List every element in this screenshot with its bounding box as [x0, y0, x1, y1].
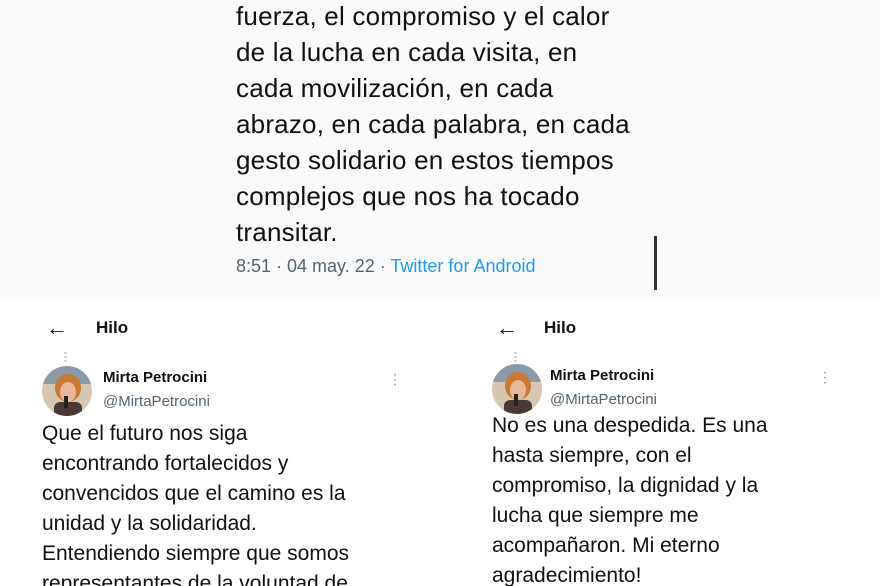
author-handle[interactable]: @MirtaPetrocini — [550, 391, 657, 408]
back-arrow-icon[interactable]: ← — [496, 315, 536, 341]
thread-connector — [64, 352, 67, 362]
back-arrow-icon[interactable]: ← — [46, 315, 86, 341]
more-options-icon[interactable]: ⋮ — [388, 372, 402, 386]
thread-header: ← Hilo — [496, 314, 576, 342]
tweet-line: compromiso, la dignidad y la — [492, 474, 759, 497]
tweet-text: No es una despedida. Es una hasta siempr… — [492, 411, 768, 586]
top-tweet-panel: fuerza, el compromiso y el calor de la l… — [0, 0, 880, 300]
top-tweet-line: cada movilización, en cada — [236, 73, 554, 103]
tweet-line: unidad y la solidaridad. — [42, 512, 257, 535]
left-thread-panel: ← Hilo Mirta Petrocini @MirtaPetrocini ⋮… — [0, 300, 440, 586]
tweet-line: hasta siempre, con el — [492, 444, 692, 467]
tweet-source-link[interactable]: Twitter for Android — [390, 256, 535, 276]
tweet-line: lucha que siempre me — [492, 504, 699, 527]
top-tweet-line: transitar. — [236, 217, 338, 247]
author-handle[interactable]: @MirtaPetrocini — [103, 393, 210, 410]
tweet-metadata: 8:51 · 04 may. 22 · Twitter for Android — [236, 256, 536, 277]
top-tweet-line: fuerza, el compromiso y el calor — [236, 1, 610, 31]
tweet-line: Entendiendo siempre que somos — [42, 542, 350, 565]
author-name[interactable]: Mirta Petrocini — [550, 367, 654, 384]
avatar[interactable] — [42, 366, 92, 416]
tweet-text: Que el futuro nos siga encontrando forta… — [42, 419, 349, 586]
thread-header: ← Hilo — [46, 314, 128, 342]
right-thread-panel: ← Hilo Mirta Petrocini @MirtaPetrocini ⋮… — [448, 300, 880, 586]
avatar[interactable] — [492, 364, 542, 414]
top-tweet-line: de la lucha en cada visita, en — [236, 37, 578, 67]
tweet-timestamp: 8:51 · 04 may. 22 · — [236, 256, 391, 276]
tweet-line: representantes de la voluntad de — [42, 572, 348, 586]
more-options-icon[interactable]: ⋮ — [818, 370, 832, 384]
tweet-line: convencidos que el camino es la — [42, 482, 346, 505]
top-tweet-line: abrazo, en cada palabra, en cada — [236, 109, 630, 139]
tweet-line: No es una despedida. Es una — [492, 414, 768, 437]
avatar-image-icon — [42, 366, 92, 416]
page-title: Hilo — [544, 318, 577, 337]
tweet-line: encontrando fortalecidos y — [42, 452, 289, 475]
top-tweet-line: complejos que nos ha tocado — [236, 181, 580, 211]
page-title: Hilo — [96, 318, 129, 337]
scrollbar[interactable] — [654, 236, 657, 290]
thread-connector — [514, 352, 517, 362]
author-name[interactable]: Mirta Petrocini — [103, 369, 207, 386]
avatar-image-icon — [492, 364, 542, 414]
tweet-line: Que el futuro nos siga — [42, 422, 248, 445]
top-tweet-line: gesto solidario en estos tiempos — [236, 145, 614, 175]
tweet-line: acompañaron. Mi eterno — [492, 534, 720, 557]
tweet-line: agradecimiento! — [492, 564, 642, 586]
top-tweet-text: fuerza, el compromiso y el calor de la l… — [236, 0, 656, 250]
